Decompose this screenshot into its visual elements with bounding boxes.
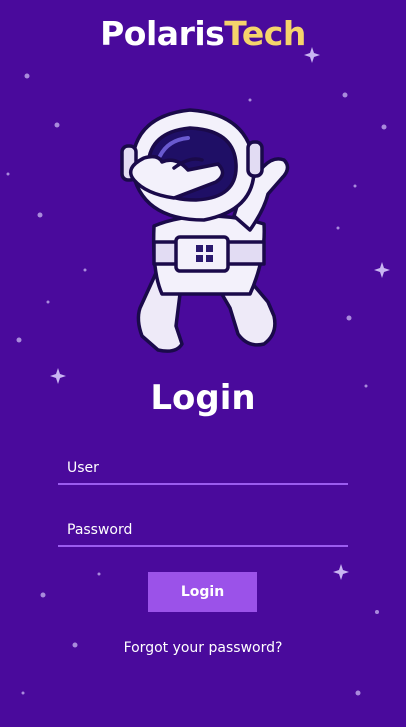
- brand-name-part2: Tech: [224, 14, 306, 53]
- password-field: [58, 515, 348, 547]
- login-title: Login: [150, 378, 256, 418]
- brand-name-part1: Polaris: [100, 14, 225, 53]
- user-field: [58, 453, 348, 485]
- password-input[interactable]: [58, 515, 348, 545]
- astronaut-dab-illustration: [120, 108, 290, 353]
- forgot-password-link[interactable]: Forgot your password?: [0, 640, 406, 656]
- brand-logo: PolarisTech: [0, 14, 406, 53]
- user-input[interactable]: [58, 453, 348, 483]
- login-button[interactable]: Login: [148, 572, 257, 612]
